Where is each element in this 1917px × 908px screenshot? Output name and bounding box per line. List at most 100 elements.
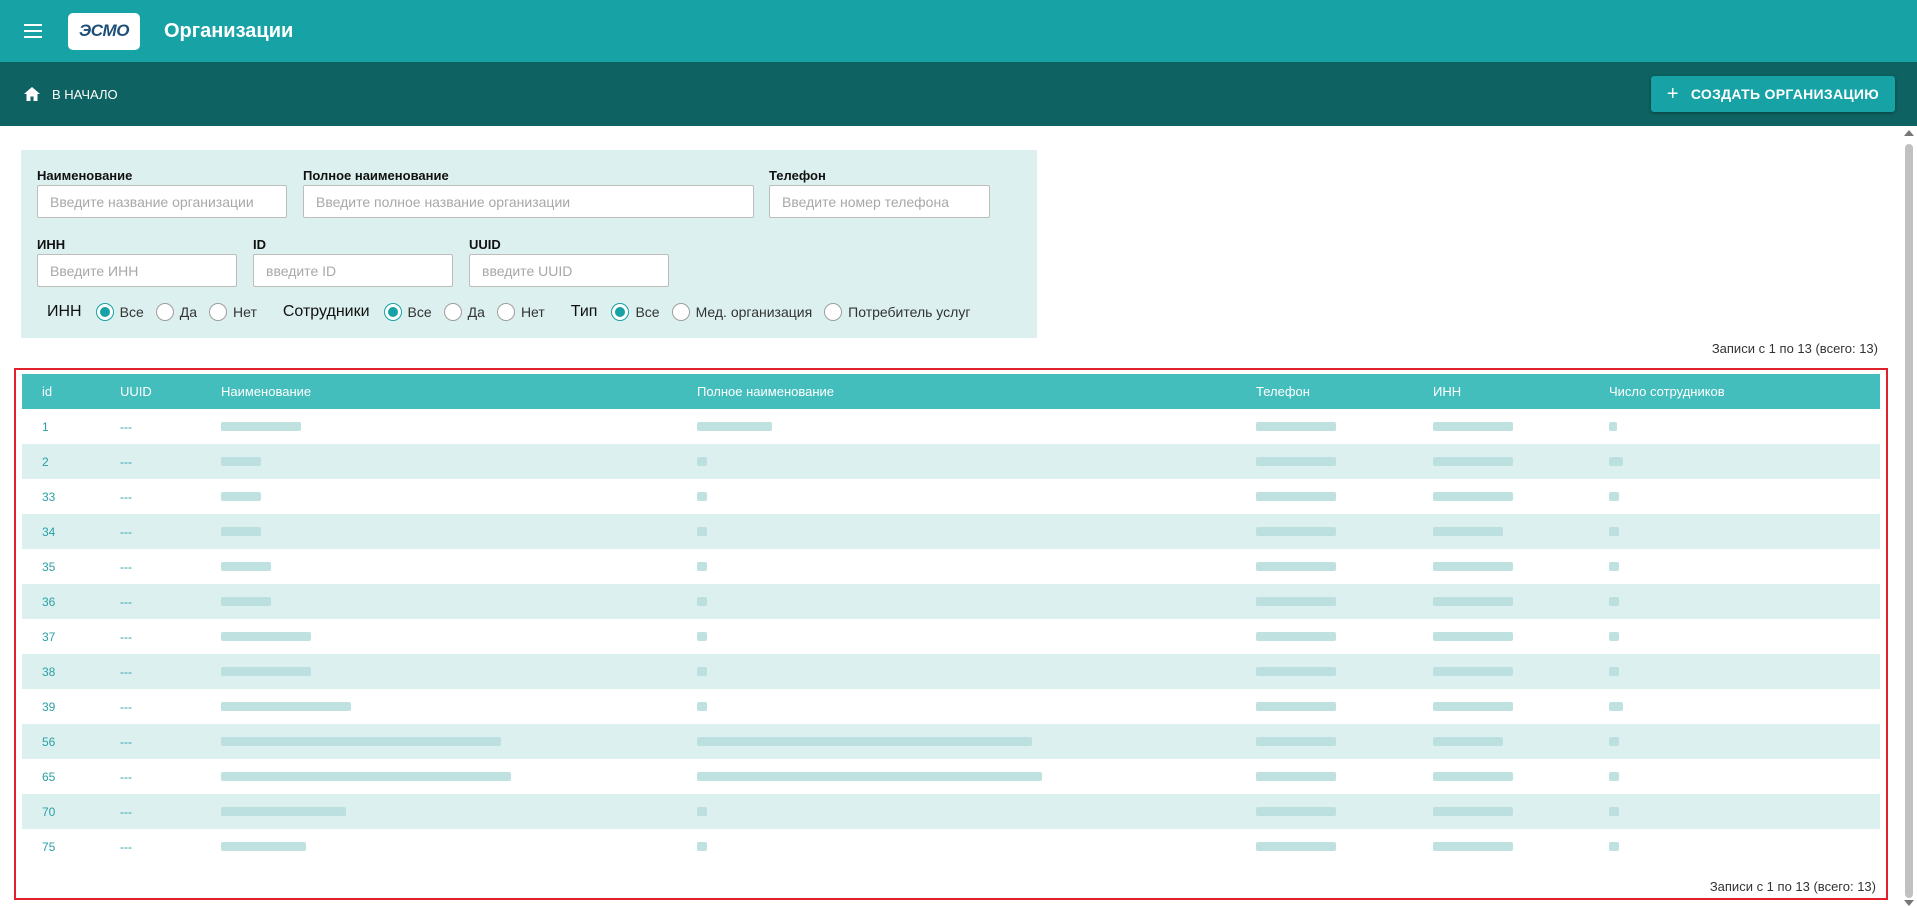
table-row[interactable]: 34 --- [22,514,1880,549]
table-row[interactable]: 35 --- [22,549,1880,584]
cell-full-name-redacted [697,492,707,501]
radio-unchecked-icon [443,303,462,321]
cell-id[interactable]: 56 [42,735,55,749]
cell-id[interactable]: 2 [42,455,49,469]
radio-label: Мед. организация [695,304,813,320]
id-filter-input[interactable] [253,254,453,287]
table-row[interactable]: 65 --- [22,759,1880,794]
cell-id[interactable]: 75 [42,840,55,854]
column-header-employees[interactable]: Число сотрудников [1609,384,1725,399]
cell-uuid: --- [120,630,132,644]
type-radio-all[interactable]: Все [611,303,660,321]
full-name-filter-input[interactable] [303,185,754,218]
cell-phone-redacted [1256,807,1336,816]
cell-uuid: --- [120,560,132,574]
cell-inn-redacted [1433,597,1513,606]
cell-phone-redacted [1256,562,1336,571]
table-row[interactable]: 2 --- [22,444,1880,479]
cell-employees-redacted [1609,632,1619,641]
employees-radio-group-label: Сотрудники [282,303,370,320]
app-logo[interactable]: ЭСМО [68,12,140,50]
scroll-up-icon[interactable] [1904,130,1914,136]
create-organization-button[interactable]: + СОЗДАТЬ ОРГАНИЗАЦИЮ [1650,76,1895,112]
cell-name-redacted [221,737,501,746]
cell-inn-redacted [1433,457,1513,466]
table-row[interactable]: 39 --- [22,689,1880,724]
radio-unchecked-icon [155,303,174,321]
uuid-filter-input[interactable] [469,254,669,287]
column-header-id[interactable]: id [42,384,52,399]
column-header-phone[interactable]: Телефон [1256,384,1310,399]
cell-full-name-redacted [697,422,772,431]
cell-id[interactable]: 37 [42,630,55,644]
cell-id[interactable]: 36 [42,595,55,609]
cell-employees-redacted [1609,702,1623,711]
cell-employees-redacted [1609,737,1619,746]
cell-full-name-redacted [697,562,707,571]
cell-full-name-redacted [697,807,707,816]
cell-name-redacted [221,702,351,711]
records-info-top: Записи с 1 по 13 (всего: 13) [1711,341,1878,356]
cell-id[interactable]: 39 [42,700,55,714]
radio-checked-icon [383,303,402,321]
column-header-full-name[interactable]: Полное наименование [697,384,834,399]
home-label: В НАЧАЛО [52,86,118,102]
type-radio-consumer[interactable]: Потребитель услуг [824,303,970,321]
inn-filter-input[interactable] [37,254,237,287]
scroll-thumb[interactable] [1905,144,1913,898]
column-header-uuid[interactable]: UUID [120,384,152,399]
cell-id[interactable]: 38 [42,665,55,679]
cell-uuid: --- [120,420,132,434]
cell-id[interactable]: 70 [42,805,55,819]
table-row[interactable]: 33 --- [22,479,1880,514]
cell-id[interactable]: 33 [42,490,55,504]
table-row[interactable]: 75 --- [22,829,1880,864]
table-row[interactable]: 37 --- [22,619,1880,654]
cell-inn-redacted [1433,702,1513,711]
name-filter-input[interactable] [37,185,287,218]
table-header: id UUID Наименование Полное наименование… [22,374,1880,409]
cell-uuid: --- [120,770,132,784]
cell-id[interactable]: 65 [42,770,55,784]
menu-icon[interactable] [16,14,50,48]
phone-filter-input[interactable] [769,185,990,218]
inn-radio-all[interactable]: Все [95,303,144,321]
table-row[interactable]: 56 --- [22,724,1880,759]
scroll-down-icon[interactable] [1904,900,1914,906]
home-link[interactable]: В НАЧАЛО [24,87,118,102]
cell-id[interactable]: 35 [42,560,55,574]
radio-unchecked-icon [496,303,515,321]
full-name-filter-label: Полное наименование [303,168,449,183]
cell-uuid: --- [120,735,132,749]
cell-employees-redacted [1609,807,1619,816]
table-row[interactable]: 36 --- [22,584,1880,619]
table-row[interactable]: 1 --- [22,409,1880,444]
cell-id[interactable]: 34 [42,525,55,539]
cell-uuid: --- [120,840,132,854]
cell-employees-redacted [1609,527,1619,536]
cell-full-name-redacted [697,842,707,851]
cell-id[interactable]: 1 [42,420,49,434]
records-info-bottom: Записи с 1 по 13 (всего: 13) [1709,879,1876,894]
inn-filter-label: ИНН [37,237,66,252]
radio-unchecked-icon [209,303,228,321]
column-header-inn[interactable]: ИНН [1433,384,1461,399]
cell-employees-redacted [1609,457,1623,466]
cell-name-redacted [221,772,511,781]
table-row[interactable]: 70 --- [22,794,1880,829]
page-scrollbar[interactable] [1900,126,1917,908]
employees-radio-yes[interactable]: Да [443,303,485,321]
cell-full-name-redacted [697,597,707,606]
type-radio-medical[interactable]: Мед. организация [671,303,813,321]
cell-employees-redacted [1609,422,1617,431]
table-row[interactable]: 38 --- [22,654,1880,689]
column-header-name[interactable]: Наименование [221,384,311,399]
inn-radio-no[interactable]: Нет [209,303,257,321]
inn-radio-yes[interactable]: Да [155,303,197,321]
cell-employees-redacted [1609,842,1619,851]
cell-inn-redacted [1433,667,1513,676]
employees-radio-all[interactable]: Все [383,303,432,321]
employees-radio-no[interactable]: Нет [496,303,545,321]
radio-label: Все [635,304,660,320]
cell-phone-redacted [1256,667,1336,676]
